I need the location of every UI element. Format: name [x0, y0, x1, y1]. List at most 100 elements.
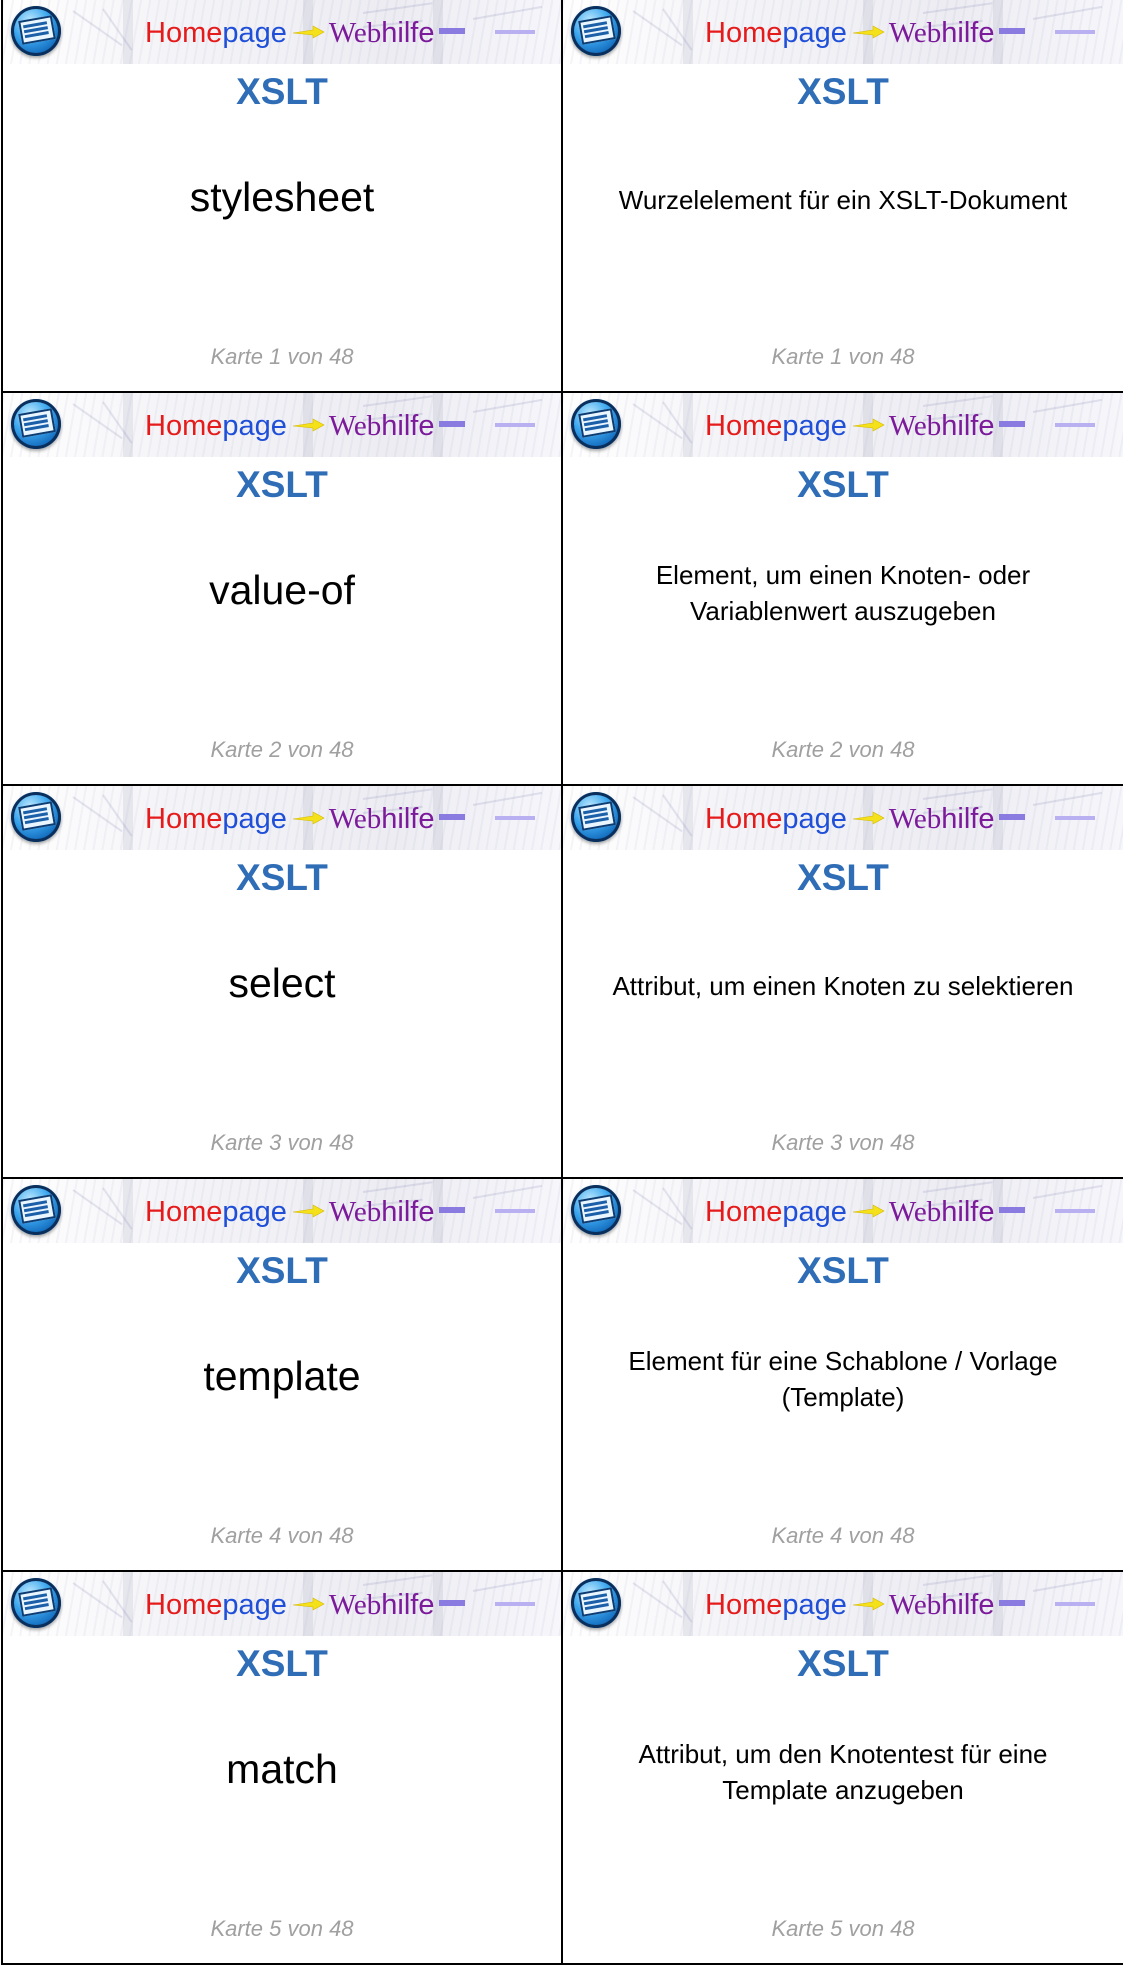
banner: Homepage Webhilfe: [563, 0, 1123, 64]
brand-home: Home: [145, 803, 223, 835]
yellow-arrow-icon: [292, 418, 325, 432]
card-number: Karte 1 von 48: [771, 344, 915, 369]
homepage-webhilfe-logo-icon: [571, 1578, 621, 1628]
brand-wordmark: Homepage Webhilfe: [705, 409, 995, 443]
card-heading: XSLT: [797, 71, 889, 112]
flashcard-front: Homepage Webhilfe XSLT match Karte 5 von 48: [1, 1572, 563, 1965]
brand-page: page: [222, 803, 287, 835]
flashcard-front: Homepage Webhilfe XSLT value-of Karte 2 von…: [1, 393, 563, 786]
card-heading: XSLT: [797, 857, 889, 898]
brand-home: Home: [145, 1589, 223, 1621]
brand-hilfe: hilfe: [381, 1196, 435, 1228]
card-grid: Homepage Webhilfe XSLT stylesheet Karte 1 v…: [1, 0, 1123, 1965]
card-term: template: [203, 1353, 361, 1399]
brand-wordmark: Homepage Webhilfe: [705, 1588, 995, 1622]
brand-wordmark: Homepage Webhilfe: [145, 802, 435, 836]
card-definition: Element für eine Schablone / Vorlage (Te…: [628, 1346, 1058, 1412]
brand-hilfe: hilfe: [381, 1589, 435, 1621]
banner: Homepage Webhilfe: [3, 786, 561, 850]
banner: Homepage Webhilfe: [3, 1572, 561, 1636]
flashcard-back: Homepage Webhilfe XSLT Attribut, um einen …: [563, 786, 1123, 1179]
card-term: value-of: [209, 567, 355, 613]
brand-web: Web: [888, 1196, 942, 1228]
card-heading: XSLT: [236, 464, 328, 505]
card-heading: XSLT: [236, 71, 328, 112]
banner: Homepage Webhilfe: [3, 393, 561, 457]
brand-page: page: [782, 1589, 847, 1621]
card-number: Karte 3 von 48: [771, 1130, 915, 1155]
brand-page: page: [222, 1589, 287, 1621]
flashcard-back: Homepage Webhilfe XSLT Element für eine Sc…: [563, 1179, 1123, 1572]
yellow-arrow-icon: [292, 25, 325, 39]
brand-hilfe: hilfe: [941, 17, 995, 49]
brand-hilfe: hilfe: [941, 803, 995, 835]
brand-wordmark: Homepage Webhilfe: [145, 409, 435, 443]
brand-web: Web: [328, 803, 382, 835]
homepage-webhilfe-logo-icon: [571, 6, 621, 56]
homepage-webhilfe-logo-icon: [571, 1185, 621, 1235]
brand-hilfe: hilfe: [381, 17, 435, 49]
yellow-arrow-icon: [292, 1597, 325, 1611]
brand-web: Web: [328, 410, 382, 442]
brand-web: Web: [888, 1589, 942, 1621]
homepage-webhilfe-logo-icon: [11, 1185, 61, 1235]
brand-page: page: [222, 410, 287, 442]
brand-home: Home: [705, 1196, 783, 1228]
card-term: stylesheet: [189, 174, 375, 220]
brand-home: Home: [145, 17, 223, 49]
brand-web: Web: [328, 1589, 382, 1621]
brand-hilfe: hilfe: [941, 1196, 995, 1228]
card-number: Karte 5 von 48: [210, 1916, 354, 1941]
brand-home: Home: [705, 410, 783, 442]
brand-wordmark: Homepage Webhilfe: [145, 1588, 435, 1622]
brand-web: Web: [888, 17, 942, 49]
card-definition: Attribut, um den Knotentest für eine Tem…: [638, 1739, 1048, 1805]
card-number: Karte 1 von 48: [210, 344, 354, 369]
flashcard-sheet: Homepage Webhilfe XSLT stylesheet Karte 1 v…: [1, 0, 1123, 1965]
brand-page: page: [782, 1196, 847, 1228]
yellow-arrow-icon: [292, 1204, 325, 1218]
brand-hilfe: hilfe: [941, 410, 995, 442]
flashcard-back: Homepage Webhilfe XSLT Element, um einen K…: [563, 393, 1123, 786]
flashcard-back: Homepage Webhilfe XSLT Wurzelelement für e…: [563, 0, 1123, 393]
brand-home: Home: [145, 1196, 223, 1228]
homepage-webhilfe-logo-icon: [11, 6, 61, 56]
homepage-webhilfe-logo-icon: [11, 399, 61, 449]
brand-web: Web: [328, 1196, 382, 1228]
flashcard-front: Homepage Webhilfe XSLT stylesheet Karte 1 v…: [1, 0, 563, 393]
brand-page: page: [782, 17, 847, 49]
card-number: Karte 2 von 48: [210, 737, 354, 762]
brand-hilfe: hilfe: [381, 410, 435, 442]
banner: Homepage Webhilfe: [3, 1179, 561, 1243]
banner: Homepage Webhilfe: [3, 0, 561, 64]
card-heading: XSLT: [236, 1250, 328, 1291]
yellow-arrow-icon: [292, 811, 325, 825]
brand-page: page: [782, 410, 847, 442]
card-term: select: [228, 960, 336, 1006]
yellow-arrow-icon: [852, 1597, 885, 1611]
brand-home: Home: [705, 1589, 783, 1621]
brand-wordmark: Homepage Webhilfe: [145, 1195, 435, 1229]
brand-page: page: [222, 17, 287, 49]
yellow-arrow-icon: [852, 1204, 885, 1218]
card-heading: XSLT: [236, 857, 328, 898]
card-number: Karte 5 von 48: [771, 1916, 915, 1941]
brand-web: Web: [328, 17, 382, 49]
homepage-webhilfe-logo-icon: [11, 1578, 61, 1628]
banner: Homepage Webhilfe: [563, 1179, 1123, 1243]
card-heading: XSLT: [797, 464, 889, 505]
banner: Homepage Webhilfe: [563, 393, 1123, 457]
card-term: match: [226, 1746, 338, 1792]
yellow-arrow-icon: [852, 418, 885, 432]
brand-home: Home: [705, 17, 783, 49]
homepage-webhilfe-logo-icon: [11, 792, 61, 842]
brand-home: Home: [145, 410, 223, 442]
brand-page: page: [782, 803, 847, 835]
card-definition: Attribut, um einen Knoten zu selektieren: [612, 971, 1074, 1001]
card-number: Karte 3 von 48: [210, 1130, 354, 1155]
brand-home: Home: [705, 803, 783, 835]
brand-hilfe: hilfe: [381, 803, 435, 835]
flashcard-back: Homepage Webhilfe XSLT Attribut, um den Kn…: [563, 1572, 1123, 1965]
card-heading: XSLT: [797, 1643, 889, 1684]
yellow-arrow-icon: [852, 25, 885, 39]
